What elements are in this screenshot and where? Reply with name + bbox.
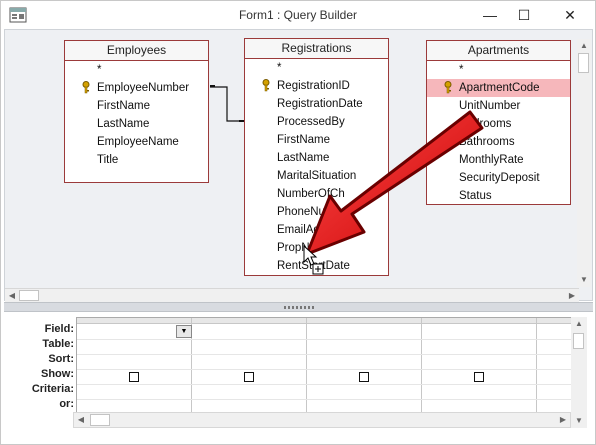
show-checkbox[interactable] xyxy=(244,372,254,382)
scroll-thumb[interactable] xyxy=(90,414,110,426)
grid-row-line xyxy=(77,369,573,370)
scroll-right-arrow[interactable]: ▶ xyxy=(565,289,579,303)
close-icon[interactable]: ✕ xyxy=(553,4,587,26)
grid-row-line xyxy=(77,354,573,355)
maximize-icon[interactable]: ☐ xyxy=(507,4,541,26)
pane-splitter[interactable] xyxy=(4,302,593,312)
row-label-or: or: xyxy=(59,398,74,410)
row-label-table: Table: xyxy=(42,338,74,350)
show-checkbox[interactable] xyxy=(129,372,139,382)
row-label-field: Field: xyxy=(44,323,74,335)
scroll-left-arrow[interactable]: ◀ xyxy=(5,289,19,303)
grid-row-line xyxy=(77,339,573,340)
query-builder-window: Form1 : Query Builder — ☐ ✕ Employees * … xyxy=(0,0,596,445)
design-horizontal-scrollbar[interactable]: ◀ ▶ xyxy=(5,288,579,302)
scroll-up-arrow[interactable]: ▲ xyxy=(577,39,591,53)
scroll-down-arrow[interactable]: ▼ xyxy=(577,273,591,287)
splitter-grip[interactable] xyxy=(284,306,314,309)
grid-row-labels: Field: Table: Sort: Show: Criteria: or: xyxy=(10,322,74,412)
scroll-thumb[interactable] xyxy=(578,53,589,73)
scroll-up-arrow[interactable]: ▲ xyxy=(572,317,586,331)
grid-row-line xyxy=(77,384,573,385)
design-vertical-scrollbar[interactable]: ▲ ▼ xyxy=(577,39,591,287)
field-dropdown-button[interactable]: ▼ xyxy=(176,325,192,338)
scroll-left-arrow[interactable]: ◀ xyxy=(74,413,88,427)
show-checkbox[interactable] xyxy=(359,372,369,382)
title-bar: Form1 : Query Builder — ☐ ✕ xyxy=(1,1,595,29)
query-design-grid[interactable]: ▼ xyxy=(76,317,574,419)
scroll-thumb[interactable] xyxy=(19,290,39,301)
relationship-line xyxy=(210,85,244,122)
cursor-icon xyxy=(303,244,324,275)
show-checkbox[interactable] xyxy=(474,372,484,382)
grid-vertical-scrollbar[interactable]: ▲ ▼ xyxy=(571,317,587,428)
scroll-thumb[interactable] xyxy=(573,333,584,349)
row-label-show: Show: xyxy=(41,368,74,380)
scroll-down-arrow[interactable]: ▼ xyxy=(572,414,586,428)
minimize-icon[interactable]: — xyxy=(473,4,507,26)
grid-horizontal-scrollbar[interactable]: ◀ ▶ xyxy=(73,412,571,428)
table-design-area: Employees * EmployeeNumber FirstName Las… xyxy=(4,29,593,301)
grid-row-line xyxy=(77,399,573,400)
row-label-criteria: Criteria: xyxy=(31,383,74,395)
scroll-right-arrow[interactable]: ▶ xyxy=(556,413,570,427)
row-label-sort: Sort: xyxy=(48,353,74,365)
